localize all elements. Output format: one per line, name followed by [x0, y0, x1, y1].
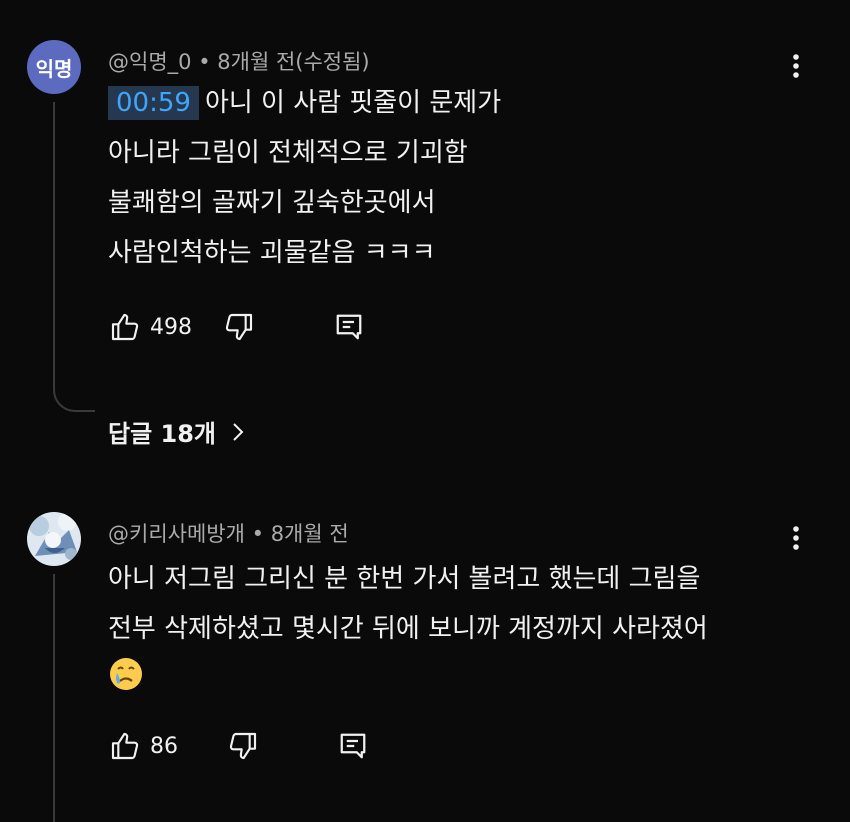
- like-count: 86: [150, 733, 178, 759]
- crying-face-icon: [110, 658, 142, 690]
- comment-actions: 86: [108, 726, 370, 766]
- comment-line: 00:59 아니 이 사람 핏줄이 문제가: [108, 86, 501, 120]
- comment-line: 아니라 그림이 전체적으로 기괴함: [108, 138, 468, 168]
- reply-button[interactable]: [336, 729, 370, 763]
- more-button[interactable]: [780, 522, 812, 554]
- avatar[interactable]: 익명: [27, 40, 81, 94]
- more-vert-icon: [793, 526, 799, 550]
- comment-line: 아니 저그림 그리신 분 한번 가서 볼려고 했는데 그림을: [108, 564, 701, 594]
- like-count: 498: [150, 314, 192, 340]
- like-button[interactable]: [108, 310, 142, 344]
- meta-separator: •: [251, 522, 264, 546]
- more-vert-icon: [793, 54, 799, 78]
- comment-line: 전부 삭제하셨고 몇시간 뒤에 보니까 계정까지 사라졌어: [108, 614, 708, 644]
- comment-line: 불쾌함의 골짜기 깊숙한곳에서: [108, 188, 436, 218]
- replies-label: 답글 18개: [108, 420, 216, 448]
- comment-time: 8개월 전: [270, 522, 349, 546]
- author-name[interactable]: @키리사메방개: [108, 522, 245, 546]
- author-name[interactable]: @익명_0: [108, 50, 192, 74]
- comment-time: 8개월 전(수정됨): [217, 50, 370, 74]
- reply-button[interactable]: [332, 310, 366, 344]
- thumbs-down-icon: [229, 732, 257, 760]
- thumbs-up-icon: [111, 313, 139, 341]
- comment-line: [108, 656, 144, 701]
- dislike-button[interactable]: [222, 310, 256, 344]
- timestamp-link[interactable]: 00:59: [108, 86, 199, 120]
- avatar-initials: 익명: [35, 56, 73, 81]
- thread-connector: [53, 102, 95, 412]
- comment-meta: @익명_0 • 8개월 전(수정됨): [108, 46, 370, 76]
- like-button[interactable]: [108, 729, 142, 763]
- more-button[interactable]: [780, 50, 812, 82]
- comment-actions: 498: [108, 307, 366, 347]
- reply-icon: [340, 733, 366, 759]
- thumbs-down-icon: [225, 313, 253, 341]
- comment-meta: @키리사메방개 • 8개월 전: [108, 518, 349, 548]
- avatar[interactable]: [27, 512, 81, 566]
- comment-line: 사람인척하는 괴물같음 ㅋㅋㅋ: [108, 238, 436, 268]
- replies-button[interactable]: 답글 18개: [108, 414, 248, 449]
- reply-icon: [336, 314, 362, 340]
- thumbs-up-icon: [111, 732, 139, 760]
- chevron-right-icon: [233, 422, 244, 441]
- dislike-button[interactable]: [226, 729, 260, 763]
- thread-connector: [53, 574, 55, 822]
- avatar-image: [27, 512, 81, 566]
- comment-text: 아니 이 사람 핏줄이 문제가: [204, 88, 502, 118]
- meta-separator: •: [198, 50, 211, 74]
